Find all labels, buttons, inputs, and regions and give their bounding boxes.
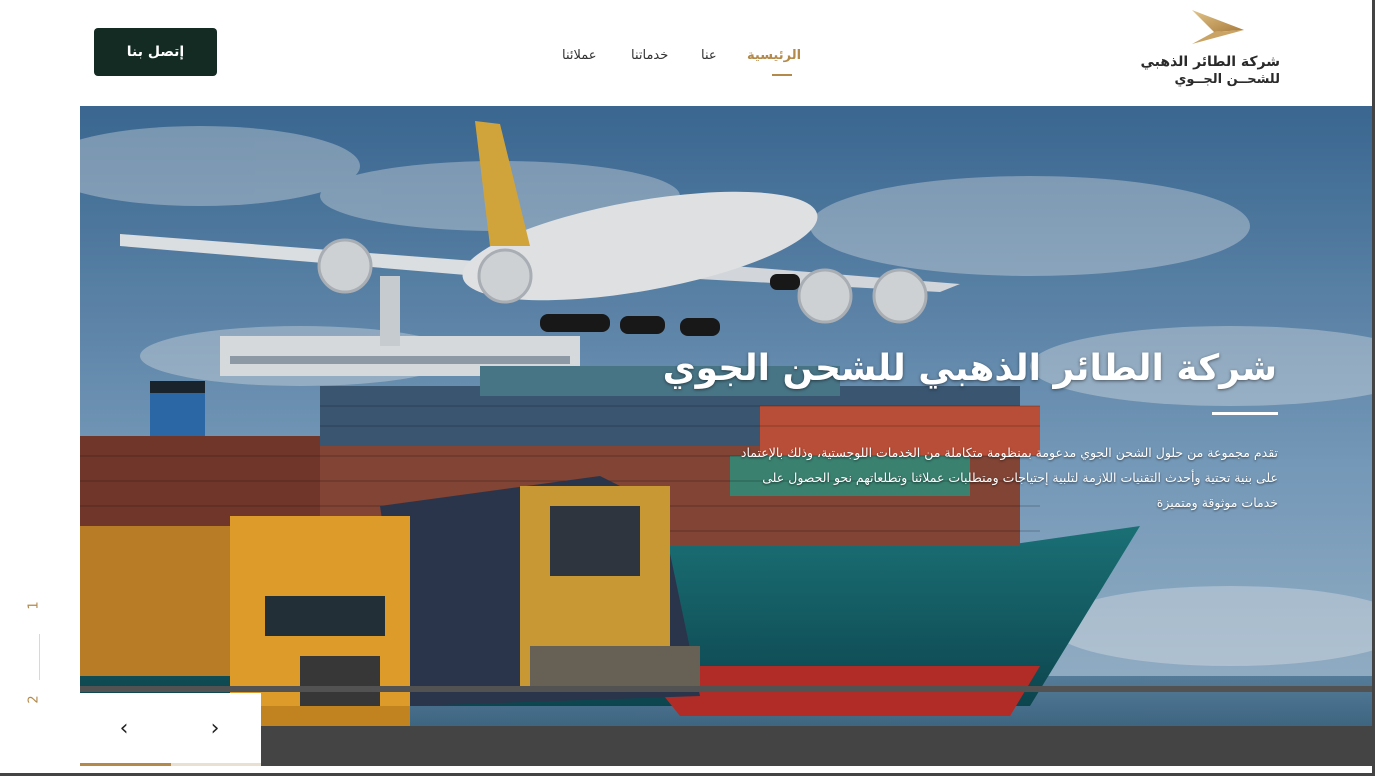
slider-progress-fill: [80, 763, 171, 766]
chevron-left-icon: ‹: [119, 715, 129, 741]
slider-controls: ‹ ›: [80, 693, 261, 766]
nav-item-home[interactable]: الرئيسية: [747, 48, 801, 63]
slide-total: 2: [26, 695, 42, 704]
hero-slider: [80, 106, 1375, 766]
hero-description: تقدم مجموعة من حلول الشحن الجوي مدعومة ب…: [740, 445, 1278, 510]
slide-counter-line: [39, 634, 40, 680]
chevron-right-icon: ›: [210, 715, 220, 741]
next-slide-button[interactable]: ›: [195, 713, 235, 743]
nav-item-services[interactable]: خدماتنا: [631, 48, 668, 63]
hero-title-divider: [1212, 412, 1278, 415]
nav-active-indicator: [772, 74, 792, 76]
hero-title: شركة الطائر الذهبي للشحن الجوي: [662, 348, 1277, 389]
nav-item-clients[interactable]: عملائنا: [562, 48, 597, 63]
main-nav: عملائنا خدماتنا عنا الرئيسية: [540, 48, 820, 76]
logo-name-line1: شركة الطائر الذهبي: [1140, 54, 1280, 70]
site-header: إتصل بنا عملائنا خدماتنا عنا الرئيسية شر…: [0, 0, 1375, 106]
contact-us-button[interactable]: إتصل بنا: [94, 28, 217, 76]
nav-item-about[interactable]: عنا: [701, 48, 717, 63]
company-logo[interactable]: شركة الطائر الذهبي للشحــن الجــوي: [1140, 8, 1280, 94]
slide-counter: 1 2: [22, 592, 52, 716]
prev-slide-button[interactable]: ‹: [104, 713, 144, 743]
cargo-logistics-image: [80, 106, 1375, 766]
slider-progress: [80, 763, 261, 766]
golden-bird-icon: [1192, 10, 1244, 44]
logo-name-line2: للشحــن الجــوي: [1174, 72, 1280, 87]
slide-current: 1: [26, 601, 42, 610]
